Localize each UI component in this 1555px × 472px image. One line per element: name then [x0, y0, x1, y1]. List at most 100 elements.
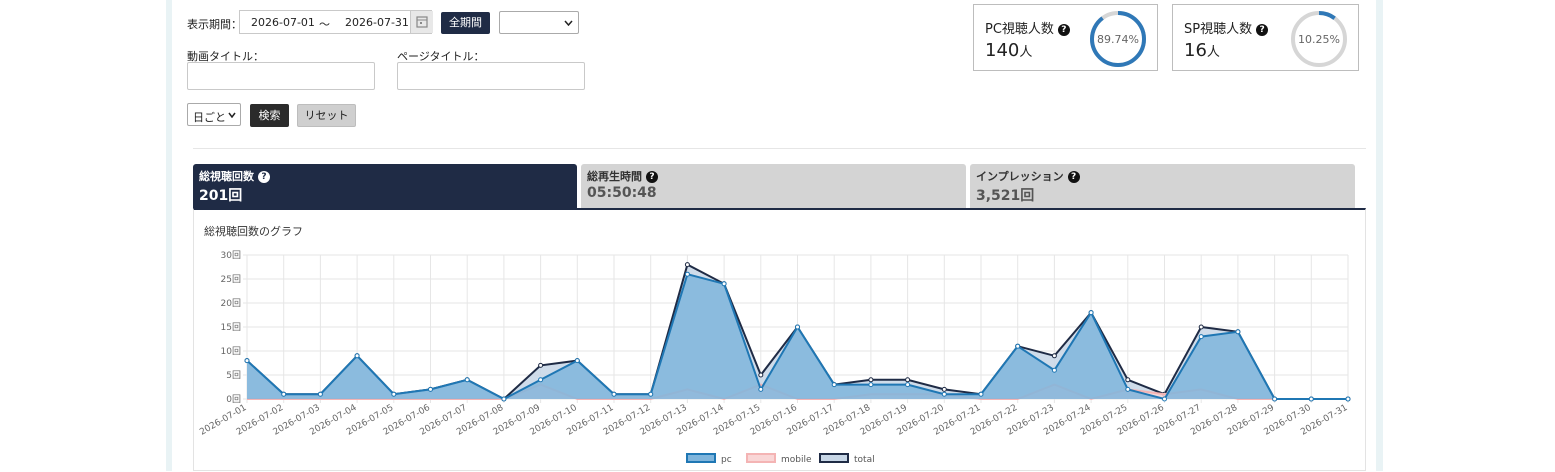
data-point-total — [538, 362, 544, 368]
sp-viewers-card: SP視聴人数? 16人 10.25% — [1172, 4, 1359, 71]
tab-total-playtime[interactable]: 総再生時間? 05:50:48 — [581, 164, 966, 208]
y-tick-label: 25回 — [221, 274, 241, 285]
data-point-pc — [684, 271, 690, 277]
tab-value: 05:50:48 — [587, 185, 657, 201]
data-point-pc — [281, 391, 287, 397]
calendar-icon[interactable] — [410, 11, 433, 33]
views-area-chart: 0回5回10回15回20回25回30回2026-07-012026-07-022… — [198, 250, 1351, 465]
data-point-total — [758, 372, 764, 378]
data-point-pc — [611, 391, 617, 397]
data-point-pc — [1345, 396, 1351, 402]
video-title-input[interactable] — [187, 62, 375, 90]
y-tick-label: 15回 — [221, 322, 241, 333]
pc-viewers-value: 140 — [985, 40, 1020, 61]
data-point-pc — [1051, 367, 1057, 373]
help-icon[interactable]: ? — [1057, 24, 1070, 36]
data-point-pc — [501, 396, 507, 402]
tab-title: インプレッション — [976, 170, 1064, 183]
content-frame-right — [1376, 0, 1383, 471]
data-point-pc — [391, 391, 397, 397]
date-from[interactable]: 2026-07-01 — [251, 16, 315, 29]
data-point-pc — [721, 281, 727, 287]
help-icon[interactable]: ? — [1256, 24, 1269, 36]
pc-viewers-label: PC視聴人数 — [985, 22, 1054, 37]
help-icon[interactable]: ? — [646, 171, 658, 183]
tab-impressions[interactable]: インプレッション? 3,521回 — [970, 164, 1355, 208]
data-point-pc — [317, 391, 323, 397]
period-label: 表示期間： — [187, 18, 242, 31]
legend-swatch-total — [819, 453, 849, 463]
data-point-pc — [941, 391, 947, 397]
data-point-total — [684, 262, 690, 268]
sp-viewers-label-row: SP視聴人数? — [1184, 18, 1269, 37]
legend-label-mobile: mobile — [781, 455, 812, 465]
data-point-total — [1198, 324, 1204, 330]
data-point-pc — [538, 377, 544, 383]
data-point-pc — [1198, 334, 1204, 340]
legend-swatch-mobile — [746, 453, 776, 463]
sp-viewers-unit: 人 — [1206, 45, 1220, 60]
y-tick-label: 0回 — [226, 394, 241, 405]
granularity-value: 日ごと — [193, 111, 226, 124]
date-to[interactable]: 2026-07-31 — [345, 16, 409, 29]
tab-value: 201回 — [199, 188, 243, 204]
data-point-pc — [905, 382, 911, 388]
granularity-select[interactable]: 日ごと — [187, 103, 241, 126]
data-point-pc — [978, 391, 984, 397]
data-point-pc — [244, 358, 250, 364]
data-point-total — [1051, 353, 1057, 359]
period-select[interactable] — [499, 11, 579, 34]
tab-total-views[interactable]: 総視聴回数? 201回 — [193, 164, 577, 208]
pc-viewers-unit: 人 — [1019, 45, 1033, 60]
search-button[interactable]: 検索 — [250, 104, 289, 127]
data-point-pc — [1162, 396, 1167, 402]
data-point-pc — [1125, 386, 1131, 392]
help-icon[interactable]: ? — [258, 171, 270, 183]
data-point-pc — [795, 324, 800, 330]
pc-percentage-ring: 89.74% — [1090, 11, 1146, 67]
legend-swatch-pc — [686, 453, 716, 463]
page-title-input[interactable] — [397, 62, 585, 90]
chevron-down-icon — [228, 112, 236, 118]
data-point-pc — [1088, 310, 1094, 316]
y-tick-label: 10回 — [221, 346, 241, 357]
data-point-total — [905, 377, 911, 383]
y-tick-label: 5回 — [226, 370, 241, 381]
legend-label-pc: pc — [721, 455, 732, 465]
date-range-field[interactable]: 2026-07-01 ～ 2026-07-31 — [239, 10, 433, 34]
data-point-pc — [428, 386, 433, 392]
legend-label-total: total — [854, 455, 875, 465]
data-point-pc — [648, 391, 654, 397]
sp-percentage-ring: 10.25% — [1291, 11, 1347, 67]
pc-viewers-card: PC視聴人数? 140人 89.74% — [973, 4, 1158, 71]
tab-title: 総視聴回数 — [199, 170, 254, 183]
pc-viewers-label-row: PC視聴人数? — [985, 18, 1070, 37]
data-point-pc — [1308, 396, 1314, 402]
data-point-pc — [354, 353, 360, 359]
data-point-pc — [1272, 396, 1278, 402]
data-point-pc — [574, 358, 580, 364]
tab-title: 総再生時間 — [587, 170, 642, 183]
all-period-button[interactable]: 全期間 — [441, 12, 490, 34]
data-point-total — [1125, 377, 1131, 383]
help-icon[interactable]: ? — [1067, 171, 1080, 183]
content-frame-left — [166, 0, 172, 471]
tab-value: 3,521回 — [976, 188, 1035, 204]
data-point-pc — [1015, 343, 1021, 349]
data-point-total — [941, 386, 947, 392]
pc-viewers-value-row: 140人 — [985, 40, 1032, 61]
divider — [193, 148, 1366, 149]
data-point-total — [868, 377, 874, 383]
data-point-pc — [831, 382, 837, 388]
reset-button[interactable]: リセット — [297, 104, 356, 127]
date-separator: ～ — [319, 18, 330, 31]
sp-viewers-value: 16 — [1184, 40, 1207, 61]
data-point-pc — [464, 377, 470, 383]
y-tick-label: 20回 — [221, 298, 241, 309]
data-point-pc — [868, 382, 874, 388]
pc-percentage-text: 89.74% — [1097, 33, 1139, 46]
data-point-pc — [1235, 329, 1241, 335]
y-tick-label: 30回 — [221, 250, 241, 261]
chevron-down-icon — [564, 20, 573, 26]
sp-viewers-value-row: 16人 — [1184, 40, 1220, 61]
